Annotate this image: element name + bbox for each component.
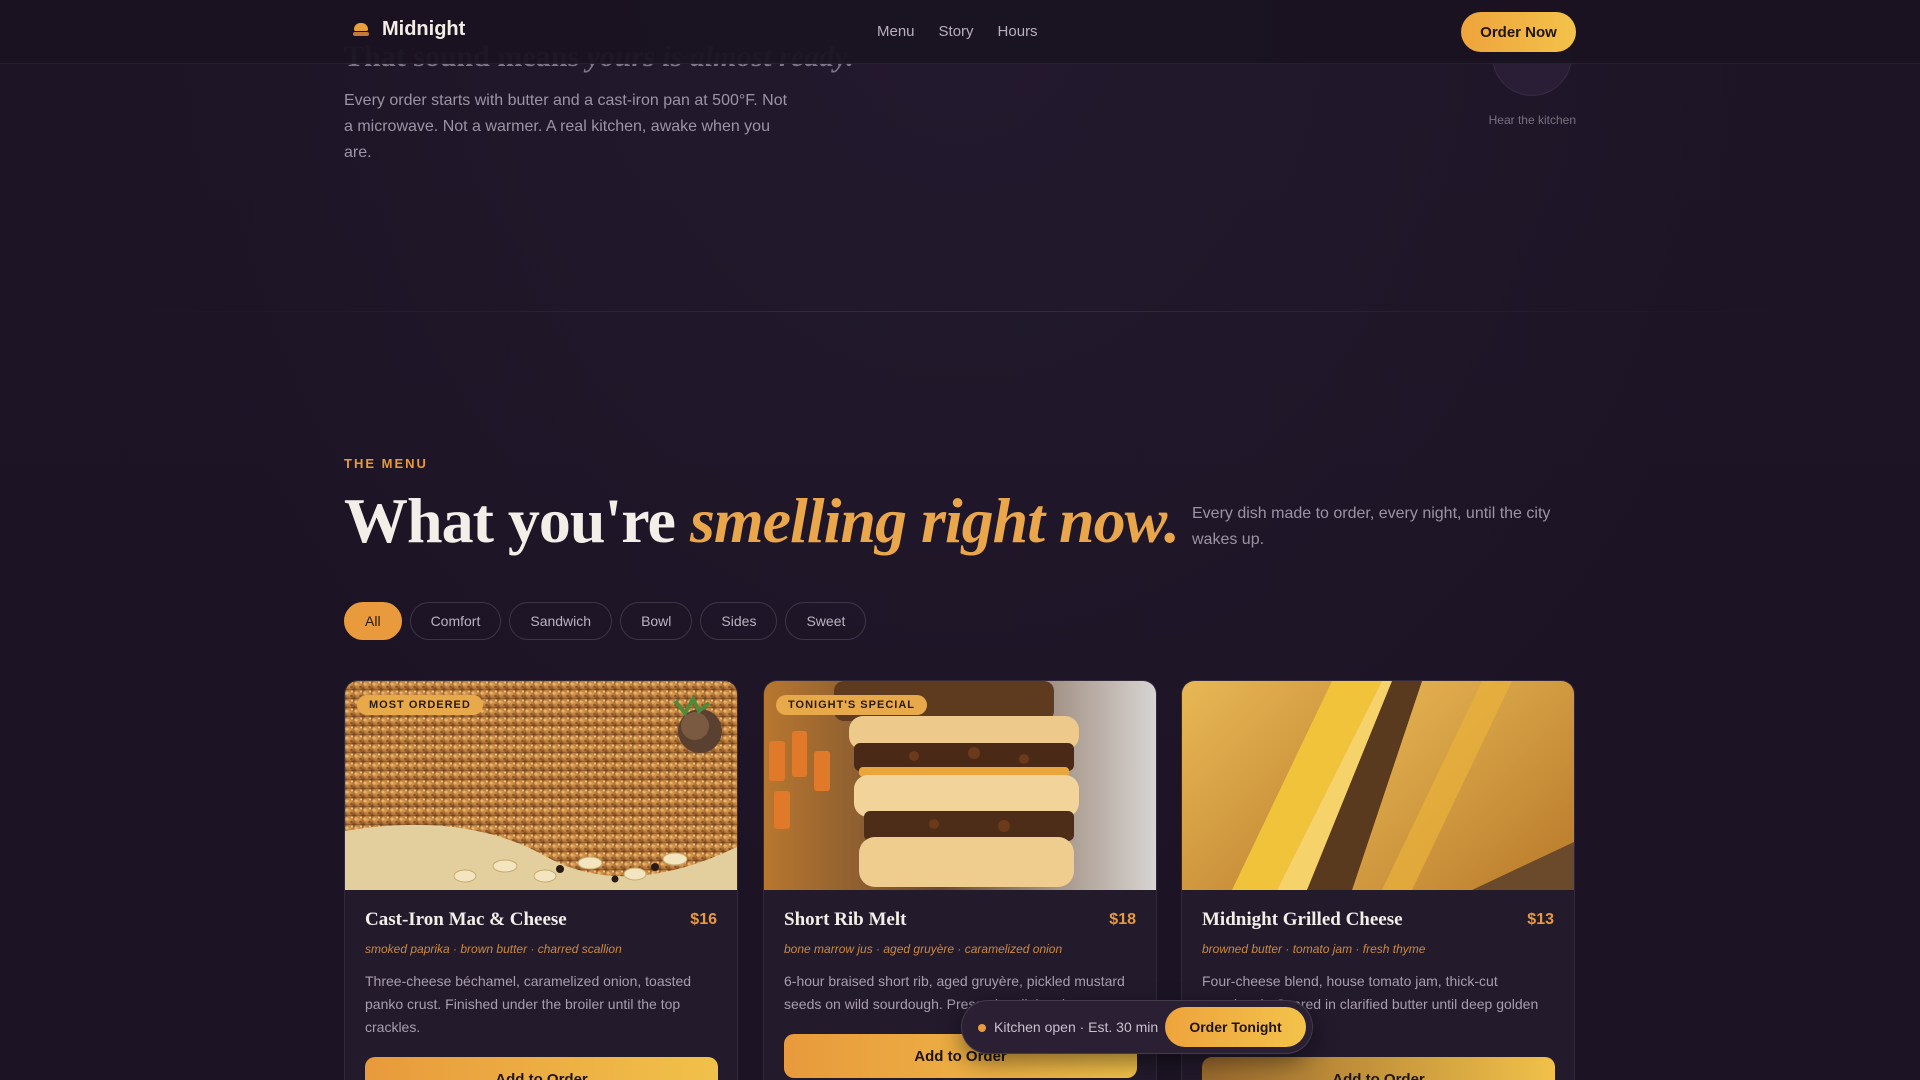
item-price: $16 [690,911,717,928]
filter-sandwich[interactable]: Sandwich [509,602,613,640]
filter-sweet[interactable]: Sweet [785,602,867,640]
item-name: Short Rib Melt [784,909,907,930]
brand-logo[interactable]: Midnight [352,18,465,41]
item-price: $13 [1527,911,1554,928]
add-to-order-button[interactable]: Add to Order [1202,1057,1555,1080]
tonights-special-badge: TONIGHT'S SPECIAL [776,695,927,715]
item-price: $18 [1109,911,1136,928]
item-name: Midnight Grilled Cheese [1202,909,1403,930]
item-description: Three-cheese béchamel, caramelized onion… [365,973,692,1035]
menu-filters: All Comfort Sandwich Bowl Sides Sweet [344,602,867,640]
section-divider [120,311,1800,312]
nav-links: Menu Story Hours [877,23,1038,40]
kitchen-status-text: Kitchen open · Est. 30 min [994,1019,1159,1035]
filter-comfort[interactable]: Comfort [409,602,502,640]
filter-all[interactable]: All [344,602,402,640]
menu-eyebrow: THE MENU [344,456,428,471]
menu-card-mac-cheese: MOST ORDERED Cast-Iron Mac & Cheese $16 … [344,680,738,1080]
status-dot-icon [978,1024,986,1032]
item-tags: bone marrow jus · aged gruyère · caramel… [784,942,1063,956]
top-nav: Midnight Menu Story Hours Order Now [0,0,1920,64]
item-tags: smoked paprika · brown butter · charred … [365,942,622,956]
menu-title: What you're smelling right now. [344,485,1180,556]
grilled-cheese-photo [1182,681,1574,890]
hero-body: Every order starts with butter and a cas… [344,92,788,161]
short-rib-photo: TONIGHT'S SPECIAL [764,681,1156,890]
brand-name: Midnight [382,18,466,40]
nav-link-hours[interactable]: Hours [998,23,1038,40]
item-name: Cast-Iron Mac & Cheese [365,909,567,930]
add-to-order-button[interactable]: Add to Order [365,1057,718,1080]
item-tags: browned butter · tomato jam · fresh thym… [1202,942,1426,956]
menu-subtitle: Every dish made to order, every night, u… [1192,505,1551,548]
mac-cheese-photo: MOST ORDERED [345,681,737,890]
nav-link-menu[interactable]: Menu [877,23,915,40]
filter-bowl[interactable]: Bowl [620,602,693,640]
burger-icon [352,21,370,39]
most-ordered-badge: MOST ORDERED [357,695,483,715]
nav-link-story[interactable]: Story [939,23,974,40]
order-tonight-button[interactable]: Order Tonight [1165,1007,1306,1047]
hear-kitchen-label: Hear the kitchen [1488,113,1576,127]
order-now-button[interactable]: Order Now [1461,12,1576,52]
kitchen-status-bar: Kitchen open · Est. 30 min Order Tonight [961,1000,1313,1054]
filter-sides[interactable]: Sides [700,602,778,640]
